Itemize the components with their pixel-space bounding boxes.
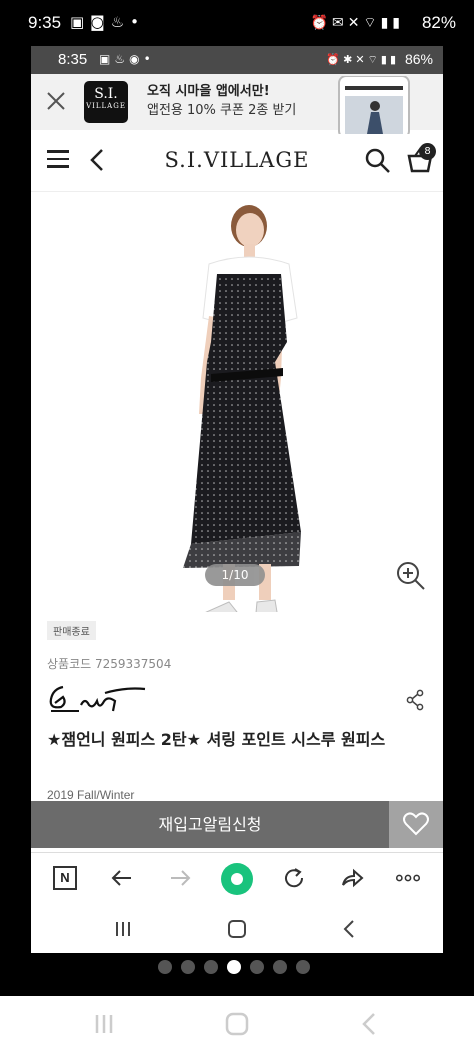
inner-notification-icons: ▣♨◉• (99, 52, 155, 66)
zoom-in-icon[interactable] (396, 561, 426, 591)
outer-battery-level: 82% (421, 13, 456, 32)
nav-back-icon[interactable] (341, 919, 357, 939)
refresh-icon[interactable] (281, 865, 307, 891)
pager-dot[interactable] (227, 960, 241, 974)
restock-alert-button[interactable]: 재입고알림신청 (31, 801, 389, 848)
close-icon[interactable] (43, 88, 69, 114)
heart-icon (403, 812, 429, 836)
product-photo[interactable] (31, 192, 443, 612)
browser-toolbar: N (31, 852, 443, 904)
product-season: 2019 Fall/Winter (47, 788, 135, 802)
phone-preview-image (338, 76, 410, 134)
outer-status-bar: 9:35 ▣◙♨• ⏰✉✕⌔▮▮ 82% (0, 0, 474, 46)
home-icon[interactable] (227, 919, 247, 939)
search-icon[interactable] (365, 146, 391, 174)
green-dot-button[interactable] (221, 863, 253, 895)
recent-apps-icon[interactable] (113, 920, 133, 938)
cart-count-badge: 8 (419, 143, 436, 160)
outer-clock: 9:35 (28, 13, 62, 32)
app-promo-banner[interactable]: S.I. VILLAGE 오직 시마을 앱에서만! 앱전용 10% 쿠폰 2종 … (31, 74, 443, 134)
system-status-icons: ⏰✉✕⌔▮▮ (310, 15, 404, 31)
promo-text: 오직 시마을 앱에서만! 앱전용 10% 쿠폰 2종 받기 (147, 82, 296, 120)
notification-icons: ▣◙♨• (70, 13, 146, 31)
site-header: S.I.VILLAGE 8 (31, 130, 443, 192)
image-counter: 1/10 (205, 564, 265, 586)
inner-battery-level: 86% (404, 51, 433, 67)
pager-dot[interactable] (181, 960, 195, 974)
pager-dot[interactable] (296, 960, 310, 974)
inner-status-bar: 8:35 ▣♨◉• ⏰✱✕⌔▮▮ 86% (31, 46, 443, 74)
promo-subline: 앱전용 10% 쿠폰 2종 받기 (147, 103, 297, 118)
recent-apps-icon[interactable] (92, 1013, 116, 1035)
pager-dot[interactable] (158, 960, 172, 974)
inner-clock: 8:35 (58, 51, 88, 68)
promo-headline: 오직 시마을 앱에서만! (147, 84, 270, 99)
outer-navigation-bar (0, 996, 474, 1053)
more-options-icon[interactable] (395, 865, 421, 891)
inner-screenshot: 8:35 ▣♨◉• ⏰✱✕⌔▮▮ 86% S.I. VILLAGE 오직 시마을… (31, 46, 443, 953)
naver-home-icon[interactable]: N (53, 866, 77, 890)
share-forward-icon[interactable] (339, 865, 365, 891)
inner-navigation-bar (31, 904, 443, 953)
nav-back-icon[interactable] (360, 1011, 378, 1037)
back-icon[interactable] (109, 865, 135, 891)
product-code: 상품코드 7259337504 (47, 657, 172, 671)
brand-signature-logo[interactable] (45, 681, 150, 717)
home-icon[interactable] (224, 1011, 250, 1037)
pager-dot[interactable] (273, 960, 287, 974)
inner-system-icons: ⏰✱✕⌔▮▮ (326, 53, 399, 66)
pager-dot[interactable] (250, 960, 264, 974)
pager-dot[interactable] (204, 960, 218, 974)
sold-out-badge: 판매종료 (47, 621, 96, 640)
forward-icon[interactable] (167, 865, 193, 891)
app-logo: S.I. VILLAGE (84, 81, 128, 123)
wishlist-button[interactable] (389, 801, 443, 848)
product-title: ★잼언니 원피스 2탄★ 셔링 포인트 시스루 원피스 (47, 730, 386, 749)
share-icon[interactable] (405, 689, 425, 711)
gallery-pager (158, 960, 318, 974)
